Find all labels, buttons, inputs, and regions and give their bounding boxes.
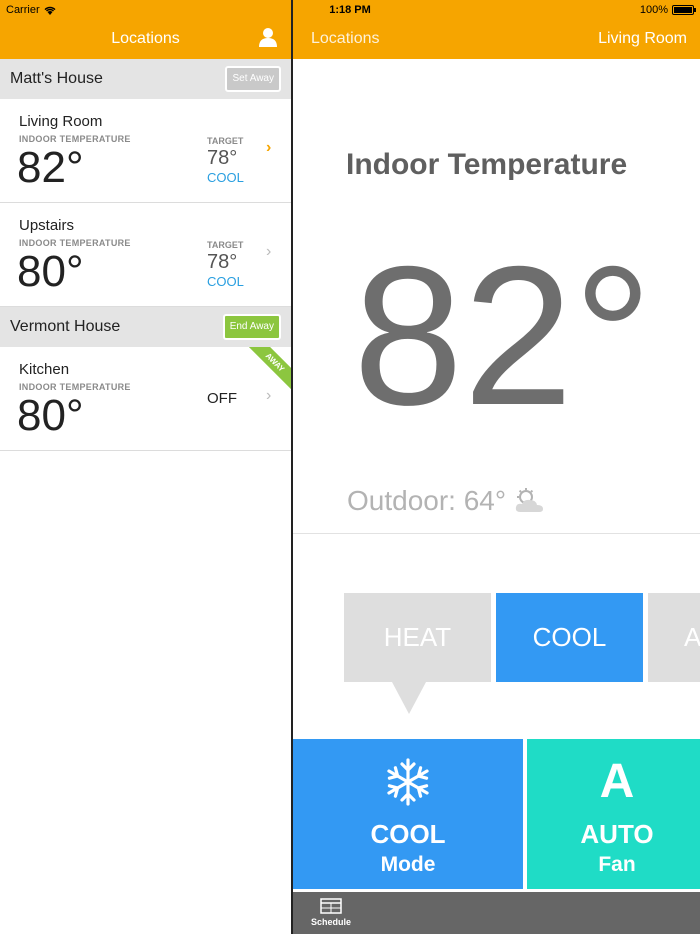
- mode-tile-label: Mode: [380, 853, 436, 876]
- group-name: Vermont House: [10, 318, 121, 335]
- target-temp: 78°: [207, 147, 238, 169]
- mode-label: COOL: [207, 170, 244, 185]
- away-ribbon: AWAY: [247, 347, 291, 391]
- chevron-right-icon: ›: [266, 139, 272, 156]
- locations-title: Locations: [111, 30, 180, 47]
- status-off: OFF: [207, 390, 237, 407]
- location-row-upstairs[interactable]: Upstairs INDOOR TEMPERATURE 80° TARGET 7…: [0, 203, 291, 307]
- fan-value: AUTO: [580, 819, 654, 849]
- set-away-button[interactable]: Set Away: [225, 66, 281, 92]
- icon-area: A: [527, 755, 700, 809]
- fan-tile[interactable]: A AUTO Fan: [527, 739, 700, 889]
- locations-list: Matt's House Set Away Living Room INDOOR…: [0, 59, 291, 934]
- mode-option-heat[interactable]: HEAT: [344, 593, 491, 682]
- back-button[interactable]: Locations: [311, 30, 380, 48]
- chevron-right-icon: ›: [266, 387, 272, 404]
- indoor-temp: 82°: [17, 143, 84, 192]
- popover-pointer: [392, 682, 426, 714]
- calendar-icon: [320, 898, 342, 914]
- section-divider: [293, 533, 700, 534]
- indoor-temperature-heading: Indoor Temperature: [346, 148, 628, 181]
- group-header: Matt's House Set Away: [0, 59, 291, 99]
- mode-label: COOL: [207, 274, 244, 289]
- mode-option-auto[interactable]: A: [648, 593, 700, 682]
- room-name: Kitchen: [19, 361, 70, 378]
- detail-title: Living Room: [598, 30, 687, 47]
- indoor-temp: 80°: [17, 391, 84, 440]
- room-name: Upstairs: [19, 217, 75, 234]
- chevron-right-icon: ›: [266, 243, 272, 260]
- group-name: Matt's House: [10, 70, 103, 87]
- top-bar: Carrier 1:18 PM 100% Locations Locations…: [0, 0, 700, 59]
- mode-tile[interactable]: COOL Mode: [293, 739, 523, 889]
- location-row-living-room[interactable]: Living Room INDOOR TEMPERATURE 82° TARGE…: [0, 99, 291, 203]
- status-bar: Carrier 1:18 PM 100%: [0, 0, 700, 20]
- split-divider: [291, 0, 293, 934]
- location-row-kitchen[interactable]: Kitchen INDOOR TEMPERATURE 80° OFF › AWA…: [0, 347, 291, 451]
- target-label: TARGET: [207, 136, 244, 146]
- battery-icon: [672, 5, 696, 15]
- icon-area: [293, 755, 523, 809]
- battery-percent: 100%: [639, 4, 668, 16]
- group-header: Vermont House End Away: [0, 307, 291, 347]
- outdoor-temperature: Outdoor: 64°: [347, 485, 546, 517]
- target-label: TARGET: [207, 240, 244, 250]
- partly-cloudy-icon: [515, 488, 544, 512]
- room-name: Living Room: [19, 113, 103, 130]
- end-away-button[interactable]: End Away: [222, 314, 281, 340]
- fan-auto-letter: A: [599, 755, 635, 808]
- schedule-button[interactable]: Schedule: [309, 898, 353, 927]
- bottom-toolbar: Schedule: [293, 892, 700, 934]
- snowflake-icon: [387, 758, 429, 806]
- mode-option-cool[interactable]: COOL: [496, 593, 643, 682]
- status-time: 1:18 PM: [329, 4, 371, 16]
- user-profile-icon[interactable]: [258, 27, 278, 47]
- target-temp: 78°: [207, 251, 238, 273]
- detail-pane: Indoor Temperature 82° Outdoor: 64° HEAT…: [293, 59, 700, 934]
- schedule-label: Schedule: [310, 917, 351, 927]
- fan-tile-label: Fan: [598, 853, 636, 876]
- mode-value: COOL: [370, 819, 446, 849]
- battery-info: 100%: [639, 4, 696, 16]
- indoor-temp: 80°: [17, 247, 84, 296]
- current-temperature: 82°: [353, 225, 653, 446]
- outdoor-label: Outdoor: 64°: [347, 485, 507, 516]
